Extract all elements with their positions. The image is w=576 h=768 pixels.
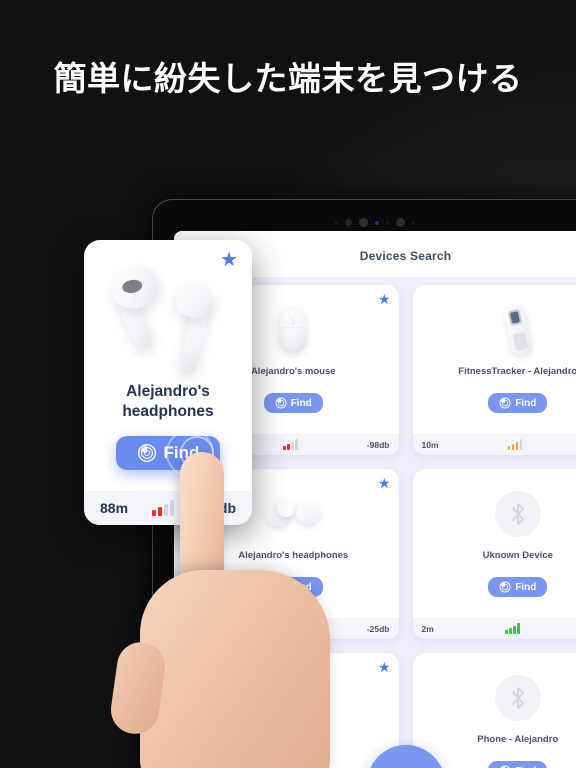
find-label: Find: [515, 397, 537, 409]
radar-icon: [499, 397, 511, 409]
camera-lens-icon: [359, 218, 368, 227]
sensor-dot-icon: [345, 219, 352, 226]
bluetooth-icon: [494, 491, 541, 537]
device-db: -98db: [366, 439, 390, 450]
featured-name-line2: headphones: [122, 403, 214, 421]
find-button[interactable]: Find: [488, 761, 548, 768]
status-led-icon: [375, 220, 379, 225]
device-image: [495, 296, 541, 364]
sensor-dot-icon: [335, 221, 338, 224]
bluetooth-icon: [494, 675, 541, 721]
earbud-body-left: [106, 260, 164, 316]
tablet-camera-row: [335, 218, 415, 227]
device-card[interactable]: ★Uknown DeviceFind2m-35db: [412, 469, 576, 639]
signal-row: 2m-35db: [412, 618, 576, 639]
signal-row: 10m-55db: [412, 434, 576, 455]
device-card[interactable]: ★FitnessTracker - AlejandroFind10m-55db: [412, 285, 576, 455]
featured-device-name: Alejandro's headphones: [122, 382, 213, 422]
signal-strength-icon: [507, 439, 523, 450]
sensor-dot-icon: [412, 221, 415, 224]
featured-name-line1: Alejandro's: [126, 383, 210, 400]
find-button[interactable]: Find: [263, 393, 323, 413]
radar-icon: [499, 581, 511, 593]
device-name: Phone - Alejandro: [477, 734, 559, 745]
page-title: 簡単に紛失した端末を見つける: [53, 59, 523, 98]
device-card[interactable]: ★Phone - AlejandroFind: [412, 653, 576, 768]
find-label: Find: [515, 581, 537, 593]
earbud-body-right: [176, 284, 214, 318]
device-distance: 10m: [421, 439, 439, 450]
device-image: [494, 664, 541, 732]
find-button[interactable]: Find: [488, 393, 548, 413]
find-label: Find: [290, 397, 312, 409]
mouse-icon: [279, 307, 308, 353]
favorite-star-icon[interactable]: ★: [378, 476, 391, 490]
device-name: FitnessTracker - Alejandro: [458, 366, 576, 377]
radar-icon: [275, 397, 287, 409]
signal-strength-icon: [505, 623, 520, 634]
pointing-hand-illustration: [107, 452, 368, 768]
device-distance: 2m: [421, 623, 434, 634]
page-background: 簡単に紛失した端末を見つける Devices Search ★ Alejandro…: [0, 0, 576, 768]
signal-strength-icon: [283, 439, 298, 450]
hand-palm: [140, 570, 330, 768]
favorite-star-icon[interactable]: ★: [378, 292, 391, 306]
favorite-star-icon[interactable]: ★: [378, 660, 391, 674]
camera-lens-icon: [396, 218, 405, 227]
device-db: -25db: [366, 623, 390, 634]
device-image: [494, 480, 541, 548]
sensor-dot-icon: [386, 221, 389, 224]
earbuds-icon: [84, 250, 252, 380]
find-button[interactable]: Find: [488, 577, 548, 597]
device-name: Uknown Device: [482, 550, 553, 561]
fitness-band-icon: [495, 301, 541, 359]
device-image: [279, 296, 308, 364]
device-name: Alejandro's mouse: [250, 366, 336, 377]
